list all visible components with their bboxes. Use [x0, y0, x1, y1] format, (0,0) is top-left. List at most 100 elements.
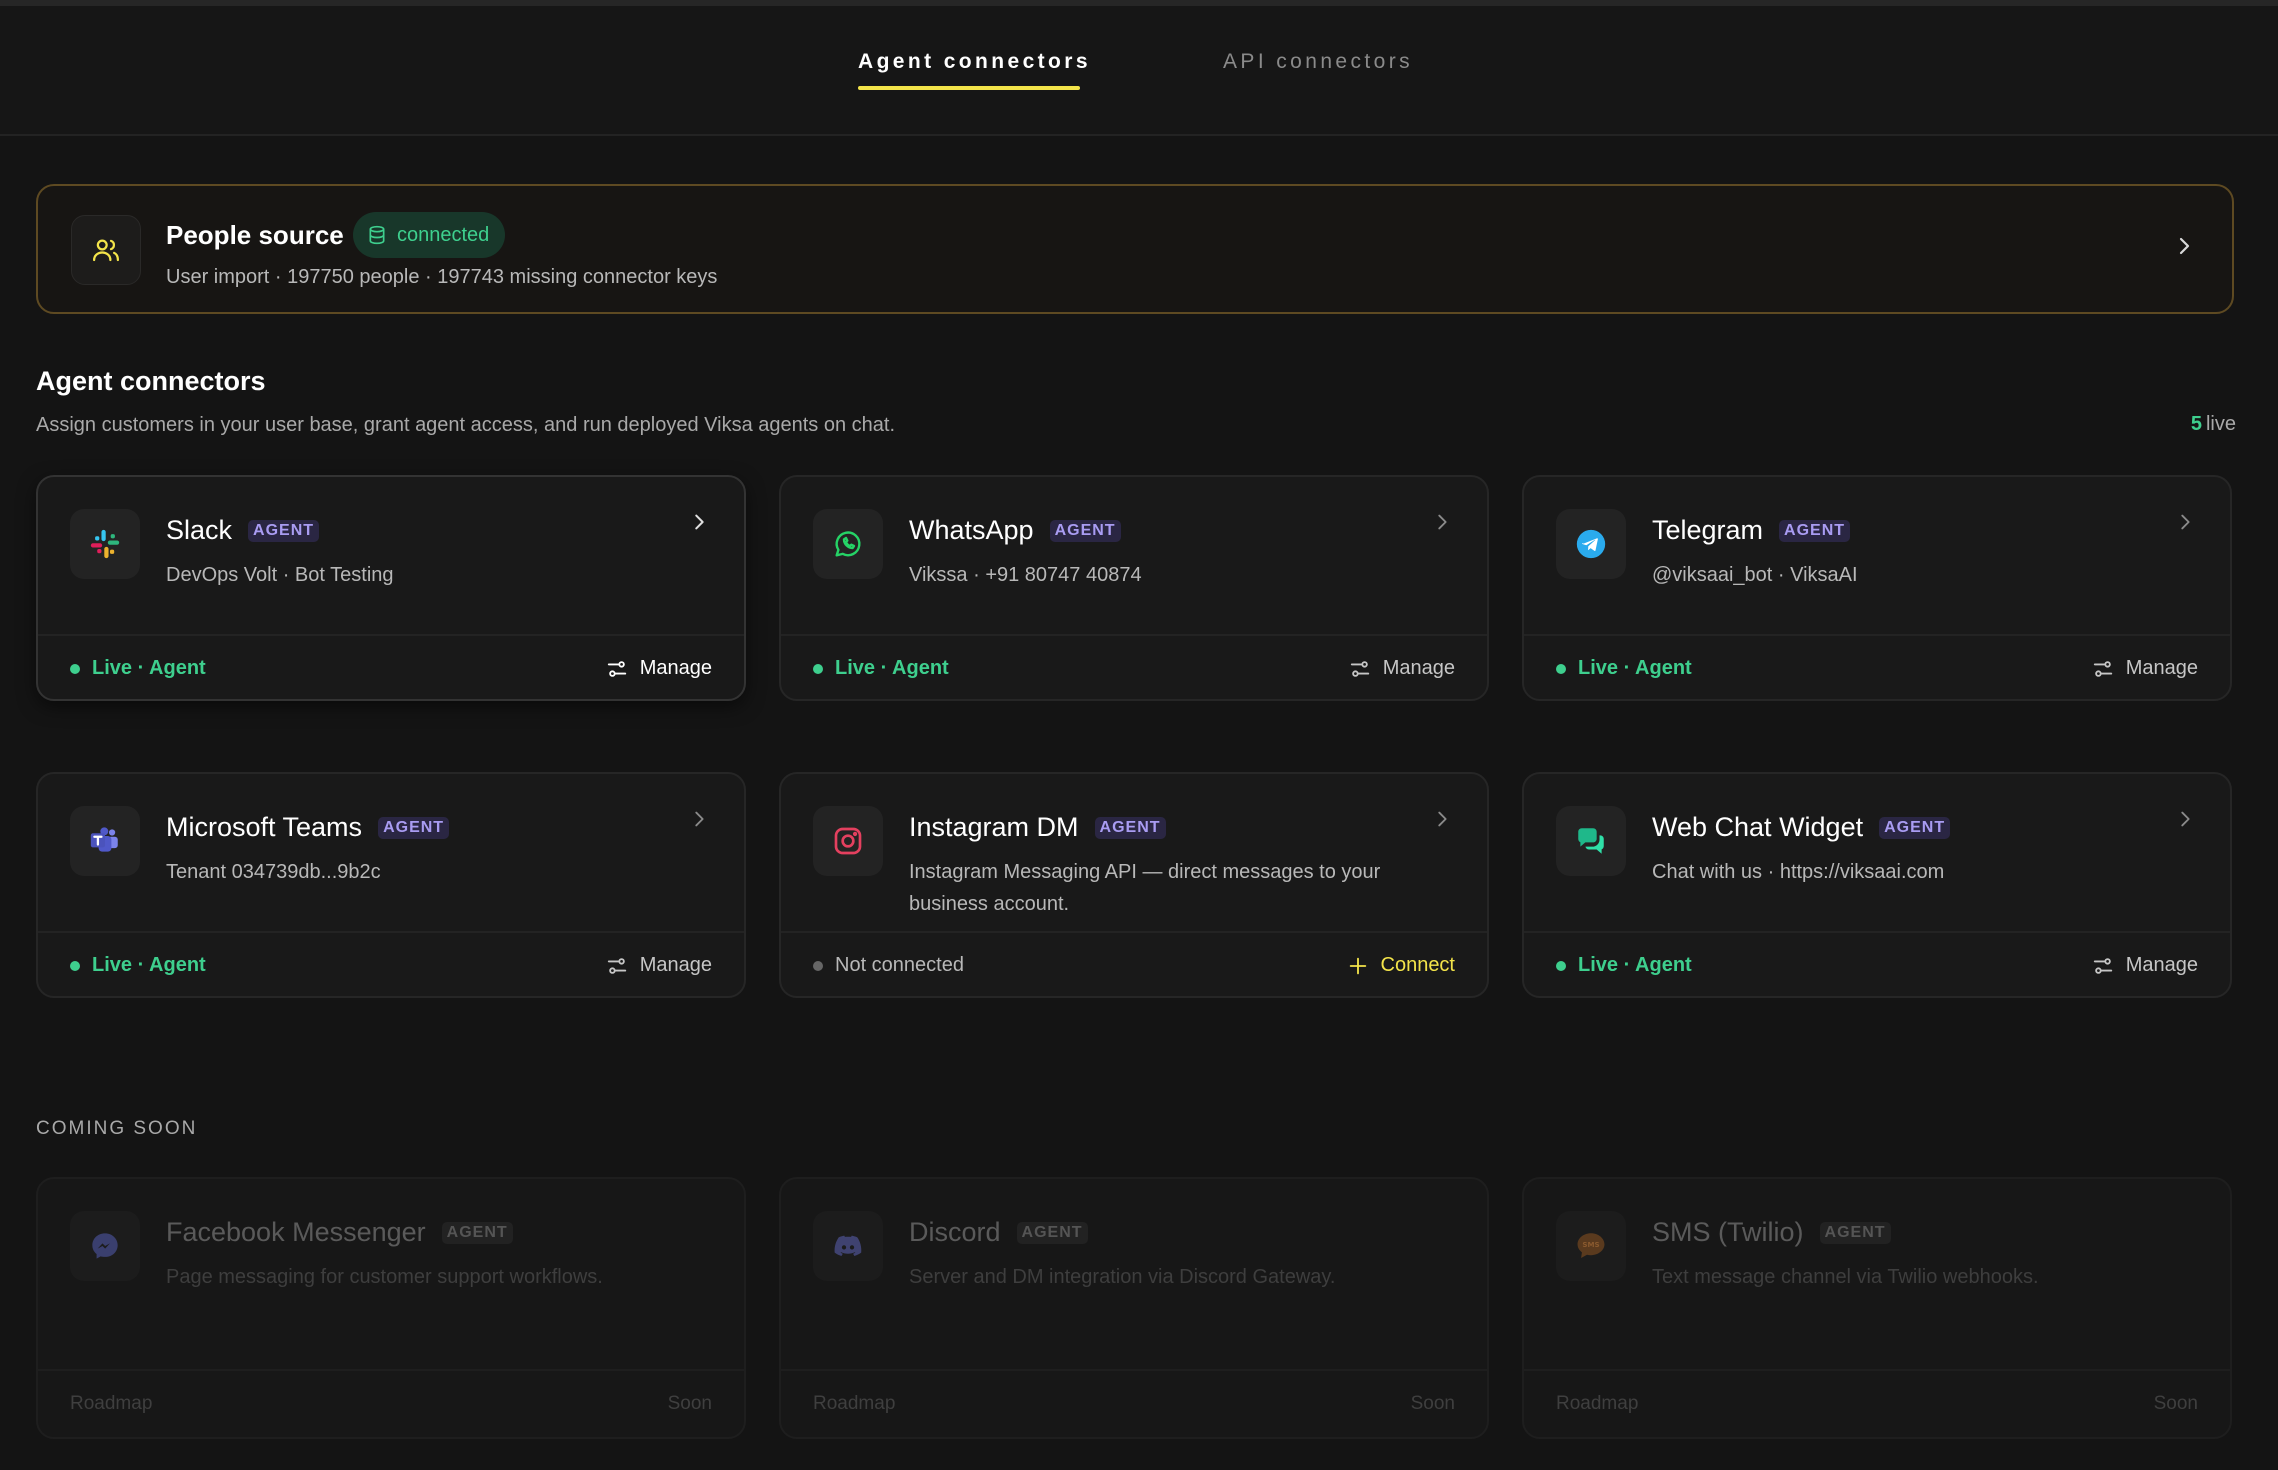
sliders-icon	[2093, 660, 2112, 677]
section-description: Assign customers in your user base, gran…	[36, 414, 896, 436]
status-live: Live · Agent	[1556, 657, 1692, 680]
manage-button[interactable]: Manage	[606, 954, 712, 977]
coming-soon-heading: COMING SOON	[36, 1118, 198, 1139]
chevron-right-icon[interactable]	[2172, 234, 2196, 263]
chevron-right-icon[interactable]	[688, 808, 710, 835]
connector-description: Page messaging for customer support work…	[166, 1266, 603, 1288]
slack-icon	[70, 509, 140, 579]
status-live: Live · Agent	[813, 657, 949, 680]
connector-description: Tenant 034739db...9b2c	[166, 861, 381, 883]
connector-description: Server and DM integration via Discord Ga…	[909, 1266, 1336, 1288]
connector-name: WhatsApp AGENT	[909, 515, 1121, 546]
connector-card-instagram-dm[interactable]: Instagram DM AGENT Instagram Messaging AP…	[779, 772, 1489, 998]
connector-description: Chat with us · https://viksaai.com	[1652, 861, 1945, 883]
connector-card-telegram[interactable]: Telegram AGENT @viksaai_bot · ViksaAI Liv…	[1522, 475, 2232, 701]
chevron-right-icon[interactable]	[2174, 808, 2196, 835]
roadmap-label: Roadmap	[813, 1393, 896, 1414]
manage-button[interactable]: Manage	[2092, 657, 2198, 680]
agent-badge: AGENT	[1049, 519, 1121, 542]
card-divider	[781, 634, 1487, 636]
discord-icon	[813, 1211, 883, 1281]
svg-text:SMS: SMS	[1582, 1240, 1599, 1249]
people-source-title: People source	[166, 220, 344, 250]
card-divider	[781, 1369, 1487, 1371]
roadmap-label: Roadmap	[70, 1393, 153, 1414]
coming-soon-card-facebook-messenger: Facebook Messenger AGENT Page messaging f…	[36, 1177, 746, 1439]
status-live: Live · Agent	[70, 657, 206, 680]
agent-badge: AGENT	[378, 816, 450, 839]
status-live: Live · Agent	[70, 954, 206, 977]
manage-button[interactable]: Manage	[2092, 954, 2198, 977]
connector-name: Slack AGENT	[166, 515, 320, 546]
soon-label: Soon	[1410, 1393, 1455, 1414]
agent-badge: AGENT	[1016, 1221, 1088, 1244]
coming-soon-card-discord: Discord AGENT Server and DM integration v…	[779, 1177, 1489, 1439]
connect-button[interactable]: Connect	[1347, 954, 1455, 977]
chevron-right-icon[interactable]	[2174, 511, 2196, 538]
soon-label: Soon	[667, 1393, 712, 1414]
agent-badge: AGENT	[441, 1221, 513, 1244]
teams-icon	[70, 806, 140, 876]
sms-icon: SMS	[1556, 1211, 1626, 1281]
active-tab-indicator	[858, 86, 1080, 90]
tab-api-connectors[interactable]: API connectors	[1223, 50, 1413, 74]
tab-agent-connectors[interactable]: Agent connectors	[858, 50, 1091, 74]
card-divider	[38, 1369, 744, 1371]
sliders-icon	[607, 660, 626, 677]
connected-status-label: connected	[397, 223, 490, 246]
sliders-icon	[2093, 957, 2112, 974]
chevron-right-icon[interactable]	[688, 511, 710, 538]
card-divider	[781, 931, 1487, 933]
connector-card-whatsapp[interactable]: WhatsApp AGENT Vikssa · +91 80747 40874 L…	[779, 475, 1489, 701]
agent-badge: AGENT	[1879, 816, 1951, 839]
card-divider	[38, 931, 744, 933]
people-source-card[interactable]: People source connected User import · 19…	[36, 184, 2234, 314]
connector-name: Telegram AGENT	[1652, 515, 1851, 546]
chevron-right-icon[interactable]	[1431, 511, 1453, 538]
card-divider	[1524, 634, 2230, 636]
telegram-icon	[1556, 509, 1626, 579]
live-count-label: live	[2205, 413, 2236, 435]
status-dot	[1556, 663, 1566, 674]
status-dot	[70, 663, 80, 674]
messenger-icon	[70, 1211, 140, 1281]
section-title: Agent connectors	[36, 366, 266, 396]
manage-button[interactable]: Manage	[606, 657, 712, 680]
tab-bar: Agent connectors API connectors	[0, 6, 2278, 136]
agent-badge: AGENT	[1819, 1221, 1891, 1244]
status-dot	[813, 960, 823, 971]
connector-name: Discord AGENT	[909, 1217, 1088, 1248]
chat-bubbles-icon	[1556, 806, 1626, 876]
roadmap-label: Roadmap	[1556, 1393, 1639, 1414]
connector-name: Microsoft Teams AGENT	[166, 812, 450, 843]
whatsapp-icon	[813, 509, 883, 579]
manage-button[interactable]: Manage	[1349, 657, 1455, 680]
status-dot	[813, 663, 823, 674]
live-count-number: 5	[2190, 413, 2202, 435]
card-divider	[38, 634, 744, 636]
agent-badge: AGENT	[1094, 816, 1166, 839]
instagram-icon	[813, 806, 883, 876]
live-count: 5 live	[2191, 413, 2236, 436]
chevron-right-icon[interactable]	[1431, 808, 1453, 835]
people-source-subtitle: User import · 197750 people · 197743 mis…	[166, 266, 718, 288]
sliders-icon	[607, 957, 626, 974]
connector-name: Web Chat Widget AGENT	[1652, 812, 1951, 843]
status-dot	[70, 960, 80, 971]
card-divider	[1524, 1369, 2230, 1371]
status-not-connected: Not connected	[813, 954, 964, 977]
coming-soon-card-sms-twilio: SMS SMS (Twilio) AGENT Text message chann…	[1522, 1177, 2232, 1439]
connector-card-slack[interactable]: Slack AGENT DevOps Volt · Bot Testing Liv…	[36, 475, 746, 701]
connector-name: SMS (Twilio) AGENT	[1652, 1217, 1891, 1248]
connector-card-microsoft-teams[interactable]: Microsoft Teams AGENT Tenant 034739db...9…	[36, 772, 746, 998]
connector-description: @viksaai_bot · ViksaAI	[1652, 564, 1858, 586]
connector-card-web-chat-widget[interactable]: Web Chat Widget AGENT Chat with us · http…	[1522, 772, 2232, 998]
connector-description: Instagram Messaging API — direct message…	[909, 861, 1381, 915]
connector-description: Vikssa · +91 80747 40874	[909, 564, 1142, 586]
agent-badge: AGENT	[1779, 519, 1851, 542]
connector-description: DevOps Volt · Bot Testing	[166, 564, 394, 586]
soon-label: Soon	[2153, 1393, 2198, 1414]
connector-description: Text message channel via Twilio webhooks…	[1652, 1266, 2039, 1288]
connector-name: Facebook Messenger AGENT	[166, 1217, 513, 1248]
connected-status-badge: connected	[353, 212, 506, 258]
